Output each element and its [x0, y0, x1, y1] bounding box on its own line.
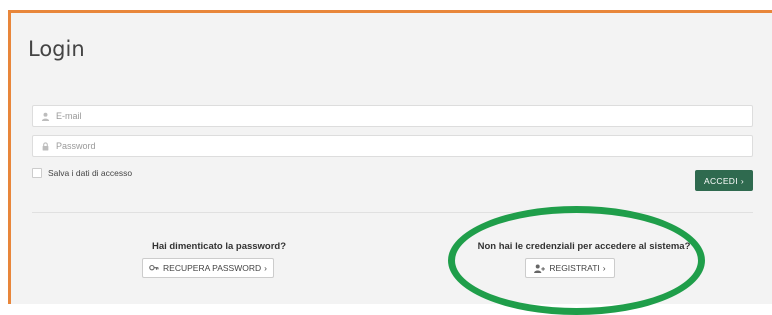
email-input[interactable] [50, 111, 736, 121]
chevron-right-icon: › [602, 263, 606, 273]
remember-label: Salva i dati di accesso [48, 168, 133, 178]
recover-button-label: RECUPERA PASSWORD [163, 263, 262, 273]
remember-checkbox[interactable] [32, 168, 42, 178]
recover-password-button[interactable]: RECUPERA PASSWORD › [142, 258, 274, 278]
key-icon [149, 264, 159, 273]
login-button[interactable]: ACCEDI › [695, 170, 753, 191]
password-input[interactable] [50, 141, 736, 151]
password-field[interactable] [32, 135, 753, 157]
register-button[interactable]: REGISTRATI › [525, 258, 615, 278]
register-button-label: REGISTRATI [549, 263, 600, 273]
lock-icon [42, 141, 49, 151]
user-icon [41, 112, 50, 121]
email-field[interactable] [32, 105, 753, 127]
add-user-icon [534, 264, 546, 273]
recover-heading: Hai dimenticato la password? [151, 241, 287, 252]
chevron-right-icon: › [264, 263, 267, 273]
page-title: Login [28, 37, 85, 61]
chevron-right-icon: › [740, 175, 745, 186]
login-panel: Login Salva i dati di accesso ACCEDI › H… [8, 10, 772, 315]
register-heading: Non hai le credenziali per accedere al s… [477, 241, 691, 252]
login-button-label: ACCEDI [703, 175, 738, 186]
divider [32, 212, 753, 213]
remember-row: Salva i dati di accesso [32, 168, 132, 178]
